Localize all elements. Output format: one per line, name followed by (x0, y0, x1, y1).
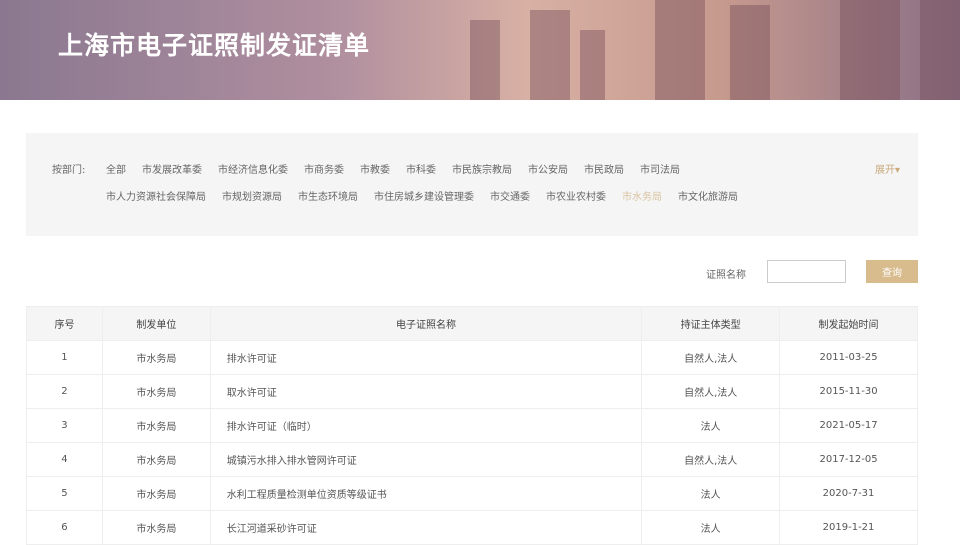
filter-option[interactable]: 市民族宗教局 (452, 161, 512, 176)
table-cell: 自然人,法人 (641, 442, 781, 477)
table-row[interactable]: 4 市水务局 城镇污水排入排水管网许可证 自然人,法人 2017-12-05 (26, 442, 918, 477)
skyline-building (655, 0, 705, 100)
table-cell: 6 (26, 510, 103, 545)
column-header: 电子证照名称 (209, 306, 643, 341)
table-cell: 长江河道采砂许可证 (209, 510, 643, 545)
filter-option[interactable]: 市司法局 (640, 161, 680, 176)
filter-option[interactable]: 市经济信息化委 (218, 161, 288, 176)
filter-option[interactable]: 市住房城乡建设管理委 (374, 188, 474, 203)
filter-option[interactable]: 市发展改革委 (142, 161, 202, 176)
table-cell: 市水务局 (101, 408, 211, 443)
table-cell: 2021-05-17 (779, 408, 918, 443)
filter-option[interactable]: 市人力资源社会保障局 (106, 188, 206, 203)
filter-option[interactable]: 市生态环境局 (298, 188, 358, 203)
table-cell: 4 (26, 442, 103, 477)
table-header: 序号 制发单位 电子证照名称 持证主体类型 制发起始时间 (26, 306, 918, 341)
column-header: 制发单位 (101, 306, 211, 341)
search-button[interactable]: 查询 (866, 260, 918, 283)
certificate-name-input[interactable] (767, 260, 846, 283)
table-cell: 5 (26, 476, 103, 511)
table-cell: 3 (26, 408, 103, 443)
filter-option[interactable]: 市水务局 (622, 188, 662, 203)
table-cell: 2019-1-21 (779, 510, 918, 545)
table-cell: 市水务局 (101, 510, 211, 545)
table-cell: 城镇污水排入排水管网许可证 (209, 442, 643, 477)
skyline-building (470, 20, 500, 100)
skyline-building (730, 5, 770, 100)
filter-option[interactable]: 市商务委 (304, 161, 344, 176)
filter-option[interactable]: 市农业农村委 (546, 188, 606, 203)
skyline-building (580, 30, 605, 100)
table-cell: 法人 (641, 510, 781, 545)
table-row[interactable]: 5 市水务局 水利工程质量检测单位资质等级证书 法人 2020-7-31 (26, 476, 918, 511)
table-cell: 2020-7-31 (779, 476, 918, 511)
skyline-building (840, 0, 900, 100)
table-cell: 市水务局 (101, 374, 211, 409)
page-title: 上海市电子证照制发证清单 (58, 31, 371, 60)
filter-option[interactable]: 市民政局 (584, 161, 624, 176)
filter-option[interactable]: 市教委 (360, 161, 390, 176)
table-cell: 排水许可证（临时） (209, 408, 643, 443)
skyline-building (920, 0, 960, 100)
certificate-table: 序号 制发单位 电子证照名称 持证主体类型 制发起始时间 1 市水务局 排水许可证 自然人,法… (26, 306, 918, 545)
table-cell: 法人 (641, 476, 781, 511)
table-cell: 2 (26, 374, 103, 409)
table-cell: 取水许可证 (209, 374, 643, 409)
table-row[interactable]: 6 市水务局 长江河道采砂许可证 法人 2019-1-21 (26, 510, 918, 545)
filter-option[interactable]: 市公安局 (528, 161, 568, 176)
table-cell: 法人 (641, 408, 781, 443)
filter-label: 按部门: (52, 165, 86, 176)
header-banner: 上海市电子证照制发证清单 (0, 0, 960, 100)
table-cell: 排水许可证 (209, 340, 643, 375)
skyline-building (530, 10, 570, 100)
table-cell: 2015-11-30 (779, 374, 918, 409)
filter-row-2: 市人力资源社会保障局 市规划资源局 市生态环境局 市住房城乡建设管理委 市交通委 市农业农… (106, 188, 738, 203)
table-row[interactable]: 3 市水务局 排水许可证（临时） 法人 2021-05-17 (26, 408, 918, 443)
table-row[interactable]: 2 市水务局 取水许可证 自然人,法人 2015-11-30 (26, 374, 918, 409)
table-cell: 1 (26, 340, 103, 375)
filter-option[interactable]: 市交通委 (490, 188, 530, 203)
table-cell: 市水务局 (101, 476, 211, 511)
table-row[interactable]: 1 市水务局 排水许可证 自然人,法人 2011-03-25 (26, 340, 918, 375)
expand-button[interactable]: 展开▾ (875, 161, 900, 176)
column-header: 制发起始时间 (779, 306, 918, 341)
column-header: 序号 (26, 306, 103, 341)
table-cell: 市水务局 (101, 442, 211, 477)
column-header: 持证主体类型 (641, 306, 781, 341)
table-cell: 自然人,法人 (641, 340, 781, 375)
table-cell: 2017-12-05 (779, 442, 918, 477)
filter-row-1: 全部 市发展改革委 市经济信息化委 市商务委 市教委 市科委 市民族宗教局 市公安局 市民政局 市… (106, 161, 680, 176)
search-bar: 证照名称 查询 (0, 260, 960, 284)
filter-option[interactable]: 市文化旅游局 (678, 188, 738, 203)
table-cell: 自然人,法人 (641, 374, 781, 409)
table-cell: 2011-03-25 (779, 340, 918, 375)
filter-option[interactable]: 市规划资源局 (222, 188, 282, 203)
department-filter: 按部门: 全部 市发展改革委 市经济信息化委 市商务委 市教委 市科委 市民族宗教局 市公安局… (26, 133, 918, 236)
filter-option[interactable]: 全部 (106, 161, 126, 176)
filter-option[interactable]: 市科委 (406, 161, 436, 176)
table-cell: 市水务局 (101, 340, 211, 375)
search-label: 证照名称 (706, 270, 746, 281)
table-cell: 水利工程质量检测单位资质等级证书 (209, 476, 643, 511)
